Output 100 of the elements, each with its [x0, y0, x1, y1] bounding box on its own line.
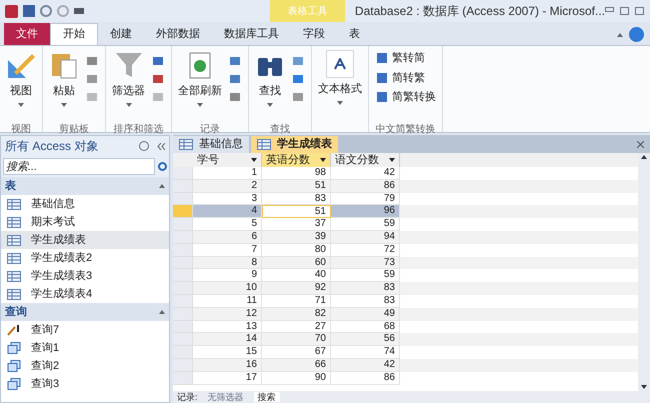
group-label: 查找 — [270, 124, 290, 135]
query-icon — [7, 378, 21, 390]
record-search-field[interactable]: 搜索 — [254, 392, 280, 402]
collapse-pane-icon[interactable] — [157, 142, 165, 150]
row-selector[interactable] — [173, 294, 193, 308]
row-selector[interactable] — [173, 256, 193, 270]
caret-icon — [197, 102, 203, 106]
nav-item[interactable]: 查询3 — [1, 375, 169, 393]
ribbon-button[interactable]: 视图 — [6, 50, 36, 116]
nav-item[interactable]: 学生成绩表2 — [1, 249, 169, 267]
nav-item[interactable]: 查询7 — [1, 321, 169, 339]
nav-item[interactable]: 查询2 — [1, 357, 169, 375]
ribbon-button[interactable]: 筛选器 — [112, 50, 145, 116]
table-icon — [7, 234, 21, 246]
nav-item[interactable]: 学生成绩表 — [1, 231, 169, 249]
row-selector[interactable] — [173, 372, 193, 385]
table-cell: 86 — [331, 372, 400, 385]
table-cell: 73 — [331, 256, 400, 270]
table-cell: 4 — [193, 205, 262, 218]
table-cell: 96 — [331, 205, 400, 218]
nav-item[interactable]: 期末考试 — [1, 213, 169, 231]
row-selector[interactable] — [173, 218, 193, 231]
collapse-ribbon-icon — [617, 32, 623, 36]
file-tab[interactable]: 文件 — [4, 23, 50, 45]
table-cell: 94 — [331, 230, 400, 244]
scrollbar[interactable] — [638, 153, 650, 391]
row-selector[interactable] — [173, 180, 193, 193]
table-icon — [7, 252, 21, 264]
row-selector[interactable] — [173, 230, 193, 244]
section-header[interactable]: 表 — [1, 177, 169, 195]
scroll-up-icon — [641, 155, 647, 159]
ribbon-tab[interactable]: 创建 — [98, 23, 144, 45]
row-selector[interactable] — [173, 269, 193, 282]
caret-icon — [61, 102, 67, 106]
pane-title: 所有 Access 对象 — [5, 138, 98, 155]
column-header[interactable]: 英语分数 — [262, 153, 331, 167]
ribbon-button[interactable]: 粘贴 — [49, 50, 79, 116]
nav-item[interactable]: 基础信息 — [1, 195, 169, 213]
row-selector[interactable] — [173, 192, 193, 206]
row-selector[interactable] — [173, 358, 193, 372]
table-cell: 51 — [262, 180, 331, 193]
query-icon — [7, 360, 21, 372]
table-cell: 70 — [262, 333, 331, 346]
funnel-icon — [114, 50, 144, 80]
ribbon-button[interactable]: 简转繁 — [375, 70, 436, 86]
nav-item[interactable]: 查询1 — [1, 339, 169, 357]
row-selector[interactable] — [173, 320, 193, 334]
table-cell: 12 — [193, 308, 262, 321]
group-label: 记录 — [200, 124, 220, 135]
section-header[interactable]: 查询 — [1, 303, 169, 321]
row-selector[interactable] — [173, 346, 193, 359]
table-icon — [257, 139, 271, 150]
table-cell: 17 — [193, 372, 262, 385]
caret-icon — [337, 100, 343, 104]
table-icon — [7, 270, 21, 282]
table-cell: 90 — [262, 372, 331, 385]
close-icon[interactable] — [635, 7, 644, 15]
ribbon-button[interactable]: 文本格式 — [318, 50, 362, 116]
nav-item[interactable]: 学生成绩表4 — [1, 285, 169, 303]
caret-icon — [267, 102, 273, 106]
table-cell: 2 — [193, 180, 262, 193]
ribbon-button[interactable]: 全部刷新 — [178, 50, 222, 116]
table-icon — [179, 139, 193, 150]
help-icon[interactable] — [629, 27, 644, 42]
table-cell: 51 — [262, 205, 331, 218]
table-cell: 6 — [193, 230, 262, 244]
ribbon-tab[interactable]: 数据库工具 — [212, 23, 291, 45]
document-tab[interactable]: 基础信息 — [173, 136, 249, 153]
document-tab[interactable]: 学生成绩表 — [251, 136, 338, 153]
table-icon — [7, 216, 21, 228]
filter-status[interactable]: 无筛选器 — [208, 392, 244, 402]
ribbon-tab[interactable]: 开始 — [50, 23, 98, 45]
group-label: 视图 — [11, 124, 31, 135]
caret-icon — [18, 102, 24, 106]
scroll-down-icon — [641, 385, 647, 389]
minimize-icon[interactable] — [605, 7, 614, 12]
context-tab-header: 表格工具 — [270, 0, 345, 22]
ribbon-button[interactable]: 查找 — [255, 50, 285, 116]
query-icon — [7, 342, 21, 354]
table-cell: 16 — [193, 358, 262, 372]
table-cell: 39 — [262, 230, 331, 244]
collapse-section-icon — [159, 184, 165, 188]
window-title: Database2 : 数据库 (Access 2007) - Microsof... — [354, 3, 605, 20]
row-selector[interactable] — [173, 205, 193, 218]
row-selector[interactable] — [173, 308, 193, 321]
ribbon-button[interactable]: 繁转简 — [375, 50, 436, 66]
row-selector[interactable] — [173, 244, 193, 257]
table-cell: 86 — [331, 180, 400, 193]
close-icon[interactable] — [637, 141, 644, 148]
ribbon-tab[interactable]: 字段 — [291, 23, 337, 45]
nav-item[interactable]: 学生成绩表3 — [1, 267, 169, 285]
search-field[interactable]: 搜索... — [3, 158, 155, 175]
row-selector[interactable] — [173, 167, 193, 180]
ribbon-tab[interactable]: 外部数据 — [144, 23, 212, 45]
restore-icon[interactable] — [620, 7, 629, 15]
ribbon-tab[interactable]: 表 — [337, 23, 372, 45]
column-header[interactable]: 语文分数 — [331, 153, 400, 167]
row-selector[interactable] — [173, 333, 193, 346]
row-selector[interactable] — [173, 282, 193, 295]
ribbon-button[interactable]: 简繁转换 — [375, 89, 436, 106]
